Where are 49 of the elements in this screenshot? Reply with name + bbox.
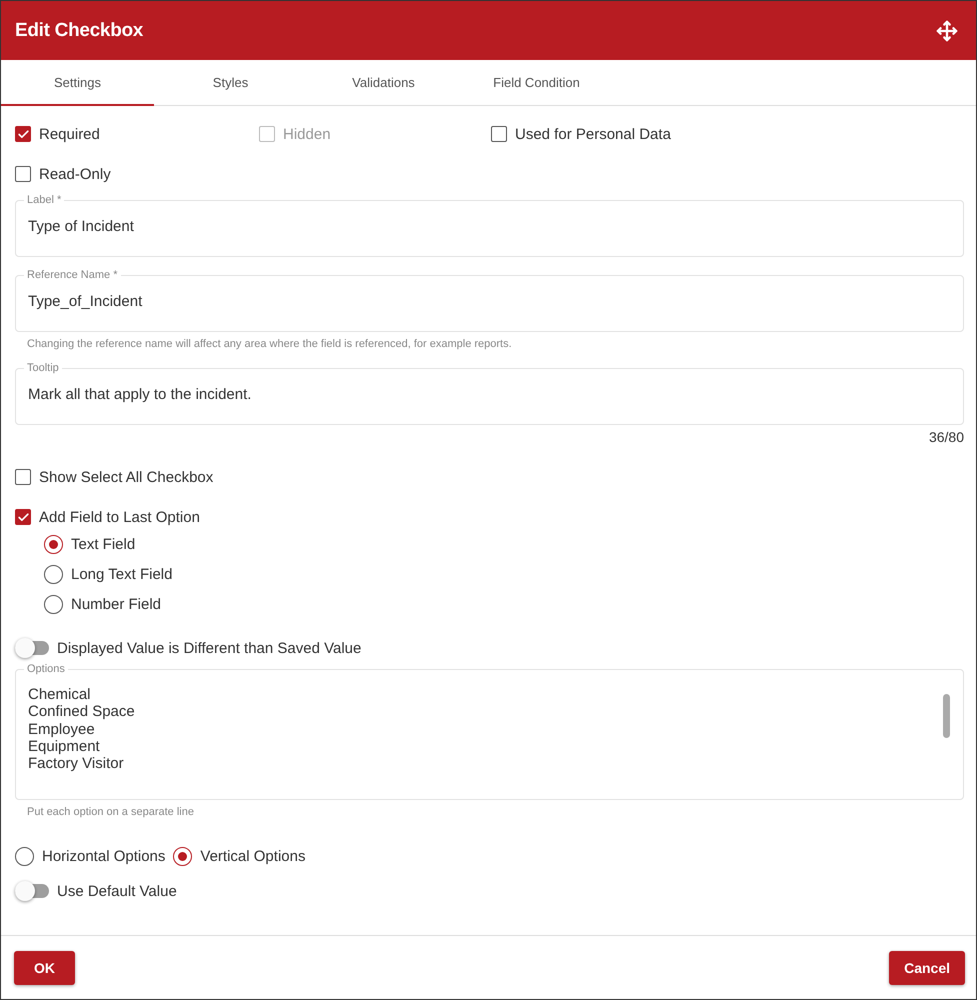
input-field[interactable]: Label * Type of Incident [15,194,964,257]
checkbox[interactable] [15,166,31,182]
radio-button[interactable] [15,846,34,866]
toggle-switch[interactable] [15,641,49,655]
input-field[interactable]: Tooltip Mark all that apply to the incident. [15,362,964,425]
checkbox-label: Add Field to Last Option [39,508,200,526]
input-field[interactable]: Reference Name * Type_of_Incident [15,269,964,332]
radio-label: Number Field [71,596,162,612]
options-textarea[interactable]: Options Chemical Confined Space Employee Equipment Factory Visitor [15,663,964,800]
toggle-label: Use Default Value [57,882,177,900]
field-hint: Put each option on a separate line [26,805,195,818]
radio-label: Vertical Options [200,848,306,864]
radio-button[interactable] [44,534,63,554]
field-hint: Changing the reference name will affect any area where the field is referenced, for example reports. [26,337,513,350]
checkbox-label: Read-Only [39,166,111,182]
field-label: Options [26,664,66,676]
field-input[interactable]: Mark all that apply to the incident. [28,386,951,403]
field-label: Tooltip [26,362,60,375]
tab[interactable]: Settings [1,60,154,106]
toggle-label: Displayed Value is Different than Saved Value [57,640,362,656]
radio-label: Horizontal Options [42,848,166,864]
field-input[interactable]: Type of Incident [28,218,951,235]
checkbox[interactable] [15,509,31,525]
character-counter: 36/80 [928,428,964,445]
checkbox[interactable] [491,126,507,142]
tab[interactable]: Validations [307,60,460,106]
radio-button[interactable] [44,564,63,584]
checkbox-label: Show Select All Checkbox [39,468,214,486]
radio-label: Long Text Field [71,566,172,582]
scrollbar-thumb[interactable] [943,694,950,738]
checkbox[interactable] [15,469,31,485]
checkbox-label: Used for Personal Data [515,126,671,142]
radio-button[interactable] [44,594,63,614]
tab[interactable]: Field Condition [460,60,613,106]
checkbox-label: Required [39,126,100,142]
dialog-title: Edit Checkbox [15,20,144,42]
ok-button[interactable]: OK [14,950,75,984]
field-label: Reference Name * [26,269,118,282]
options-input[interactable]: Chemical Confined Space Employee Equipment Factory Visitor [28,686,933,786]
tab[interactable]: Styles [154,60,307,106]
field-label: Label * [26,194,62,207]
cancel-button[interactable]: Cancel [889,950,965,984]
radio-button[interactable] [173,846,192,866]
field-input[interactable]: Type_of_Incident [28,293,951,310]
move-icon[interactable] [936,20,958,42]
checkbox-label: Hidden [283,126,331,142]
toggle-switch[interactable] [15,884,49,898]
checkbox[interactable] [15,126,31,142]
radio-label: Text Field [71,536,136,552]
